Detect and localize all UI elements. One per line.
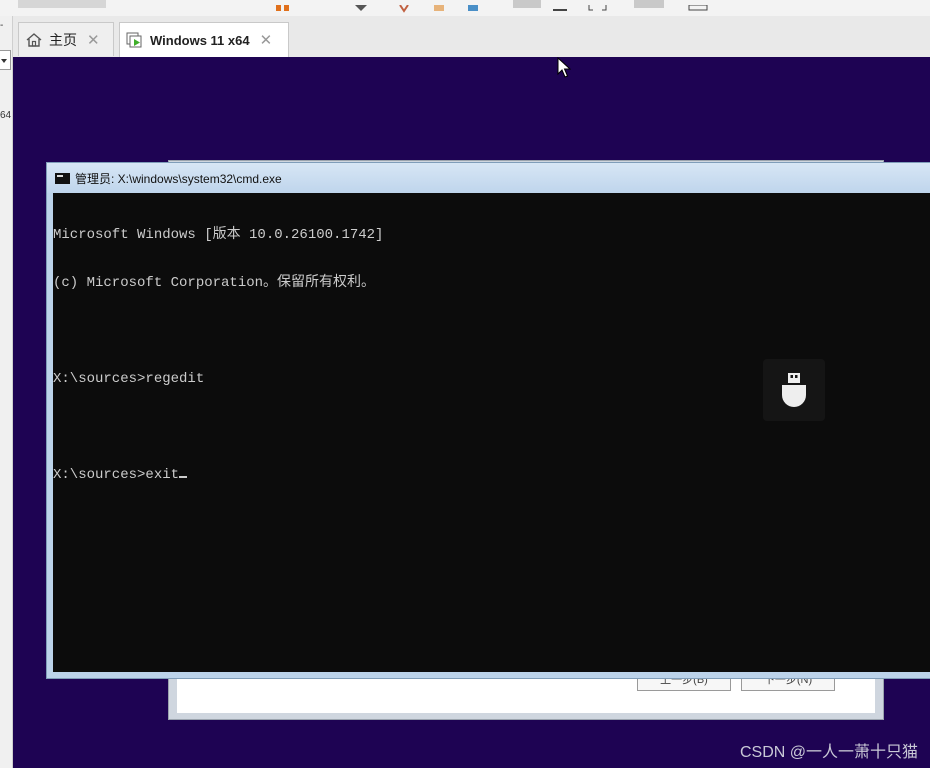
fullscreen-icon[interactable]	[553, 0, 567, 11]
close-icon[interactable]: ✕	[87, 31, 100, 49]
close-icon[interactable]: ✕	[260, 31, 273, 49]
snapshot-revert-icon[interactable]	[432, 0, 444, 11]
toolbar-menu-block[interactable]	[18, 0, 106, 8]
sidebar-fragment-label-2: 64	[0, 110, 12, 121]
tab-home[interactable]: 主页 ✕	[18, 22, 114, 56]
home-icon	[25, 31, 43, 49]
stretch-icon[interactable]	[688, 0, 708, 11]
text-cursor	[179, 476, 188, 478]
send-keys-icon[interactable]	[355, 0, 367, 11]
cmd-icon	[55, 172, 70, 184]
library-view-button[interactable]	[513, 0, 541, 8]
console-prompt-text: X:\sources>exit	[53, 467, 180, 483]
unity-icon[interactable]	[588, 0, 607, 11]
console-prompt-line[interactable]: X:\sources>exit	[53, 467, 930, 483]
cmd-title: 管理员: X:\windows\system32\cmd.exe	[75, 171, 282, 186]
tab-bar: 主页 ✕ Windows 11 x64 ✕	[13, 16, 930, 58]
cmd-titlebar[interactable]: 管理员: X:\windows\system32\cmd.exe	[47, 163, 930, 193]
console-line: Microsoft Windows [版本 10.0.26100.1742]	[53, 227, 384, 243]
vmware-toolbar	[0, 0, 930, 17]
pause-icon[interactable]	[276, 0, 289, 11]
csdn-watermark: CSDN @一人一萧十只猫	[739, 744, 918, 761]
mouse-pointer-icon	[557, 56, 572, 84]
vm-running-icon	[126, 31, 144, 49]
snapshot-icon[interactable]	[398, 0, 410, 13]
sidebar-dropdown[interactable]	[0, 50, 11, 70]
snapshot-manager-icon[interactable]	[466, 0, 478, 11]
console-view-button[interactable]	[634, 0, 664, 8]
sidebar-fragment-label: -	[0, 20, 4, 31]
tab-home-label: 主页	[49, 31, 77, 48]
console-line: (c) Microsoft Corporation。保留所有权利。	[53, 275, 376, 291]
tab-windows-11-x64[interactable]: Windows 11 x64 ✕	[119, 22, 289, 57]
cmd-console-output[interactable]: Microsoft Windows [版本 10.0.26100.1742] (…	[53, 193, 930, 672]
library-sidebar-edge: - 64	[0, 16, 13, 768]
usb-device-icon	[763, 359, 825, 421]
tab-vm-label: Windows 11 x64	[150, 32, 250, 48]
